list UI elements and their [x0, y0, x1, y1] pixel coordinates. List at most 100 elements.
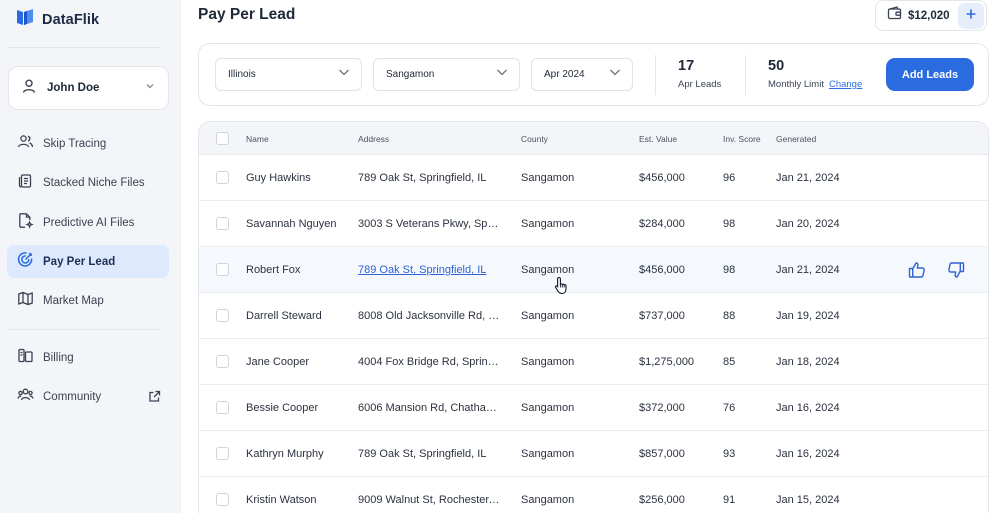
- sidebar-item-label: Billing: [43, 351, 74, 364]
- lead-name: Guy Hawkins: [246, 172, 311, 184]
- lead-generated: Jan 20, 2024: [776, 218, 840, 230]
- monthly-limit-value: 50: [768, 58, 785, 74]
- lead-county: Sangamon: [521, 402, 575, 414]
- state-select[interactable]: Illinois: [215, 58, 362, 91]
- table-row[interactable]: Kathryn Murphy 789 Oak St, Springfield, …: [199, 431, 988, 477]
- lead-county: Sangamon: [521, 494, 575, 506]
- row-checkbox[interactable]: [216, 493, 229, 506]
- table-row[interactable]: Robert Fox 789 Oak St, Springfield, IL S…: [199, 247, 988, 293]
- lead-address[interactable]: 6006 Mansion Rd, Chatham, IL: [358, 402, 502, 414]
- target-icon: [17, 251, 34, 273]
- sidebar-divider: [8, 329, 160, 330]
- chevron-down-icon: [495, 65, 509, 84]
- table-row[interactable]: Kristin Watson 9009 Walnut St, Rochester…: [199, 477, 988, 513]
- table-header: Name Address County Est. Value Inv. Scor…: [199, 122, 988, 155]
- apr-leads-label: Apr Leads: [678, 79, 722, 90]
- row-checkbox[interactable]: [216, 217, 229, 230]
- add-funds-button[interactable]: [958, 2, 984, 29]
- lead-generated: Jan 16, 2024: [776, 402, 840, 414]
- lead-address-link[interactable]: 789 Oak St, Springfield, IL: [358, 264, 502, 276]
- sidebar-item-predictive-ai-files[interactable]: Predictive AI Files: [7, 206, 169, 239]
- lead-est-value: $456,000: [639, 264, 685, 276]
- lead-address[interactable]: 789 Oak St, Springfield, IL: [358, 448, 502, 460]
- wallet-amount: $12,020: [908, 9, 950, 22]
- table-row[interactable]: Guy Hawkins 789 Oak St, Springfield, IL …: [199, 155, 988, 201]
- lead-inv-score: 98: [723, 264, 736, 276]
- table-row[interactable]: Savannah Nguyen 3003 S Veterans Pkwy, Sp…: [199, 201, 988, 247]
- lead-address[interactable]: 3003 S Veterans Pkwy, Springfield, IL: [358, 218, 502, 230]
- table-row[interactable]: Bessie Cooper 6006 Mansion Rd, Chatham, …: [199, 385, 988, 431]
- dataflik-logo-icon: [15, 7, 35, 32]
- lead-inv-score: 85: [723, 356, 736, 368]
- lead-county: Sangamon: [521, 264, 575, 276]
- state-select-value: Illinois: [228, 69, 256, 80]
- page-title: Pay Per Lead: [198, 6, 296, 23]
- row-checkbox[interactable]: [216, 309, 229, 322]
- chevron-down-icon: [337, 65, 351, 84]
- sidebar-item-billing[interactable]: Billing: [7, 341, 169, 374]
- wallet-balance[interactable]: $12,020: [875, 0, 987, 31]
- ai-file-icon: [17, 212, 34, 234]
- row-checkbox[interactable]: [216, 355, 229, 368]
- users-icon: [17, 133, 34, 155]
- row-checkbox[interactable]: [216, 263, 229, 276]
- external-link-icon[interactable]: [148, 390, 161, 408]
- table-row[interactable]: Darrell Steward 8008 Old Jacksonville Rd…: [199, 293, 988, 339]
- lead-name: Kristin Watson: [246, 494, 317, 506]
- county-select[interactable]: Sangamon: [373, 58, 520, 91]
- user-icon: [21, 78, 37, 99]
- sidebar-item-label: Skip Tracing: [43, 137, 107, 150]
- select-all-checkbox[interactable]: [216, 132, 229, 145]
- sidebar-item-stacked-niche-files[interactable]: Stacked Niche Files: [7, 166, 169, 199]
- map-icon: [17, 290, 34, 312]
- wallet-icon: [887, 6, 902, 25]
- lead-inv-score: 98: [723, 218, 736, 230]
- column-header-address[interactable]: Address: [358, 134, 389, 144]
- divider: [655, 55, 656, 95]
- lead-est-value: $256,000: [639, 494, 685, 506]
- leads-table: Name Address County Est. Value Inv. Scor…: [198, 121, 989, 513]
- column-header-generated[interactable]: Generated: [776, 134, 816, 144]
- column-header-est-value[interactable]: Est. Value: [639, 134, 677, 144]
- row-checkbox[interactable]: [216, 401, 229, 414]
- plus-icon: [965, 7, 977, 25]
- sidebar-item-skip-tracing[interactable]: Skip Tracing: [7, 127, 169, 160]
- lead-county: Sangamon: [521, 172, 575, 184]
- lead-address[interactable]: 4004 Fox Bridge Rd, Springfield, IL: [358, 356, 502, 368]
- lead-est-value: $857,000: [639, 448, 685, 460]
- user-menu[interactable]: John Doe: [8, 66, 169, 110]
- thumbs-up-icon[interactable]: [908, 261, 926, 284]
- column-header-inv-score[interactable]: Inv. Score: [723, 134, 761, 144]
- thumbs-down-icon[interactable]: [947, 261, 965, 284]
- sidebar-item-label: Stacked Niche Files: [43, 176, 145, 189]
- lead-generated: Jan 19, 2024: [776, 310, 840, 322]
- lead-generated: Jan 21, 2024: [776, 264, 840, 276]
- lead-est-value: $737,000: [639, 310, 685, 322]
- column-header-county[interactable]: County: [521, 134, 548, 144]
- lead-name: Kathryn Murphy: [246, 448, 324, 460]
- sidebar-item-pay-per-lead[interactable]: Pay Per Lead: [7, 245, 169, 278]
- billing-icon: [17, 347, 34, 369]
- row-checkbox[interactable]: [216, 171, 229, 184]
- change-limit-link[interactable]: Change: [829, 79, 862, 90]
- row-checkbox[interactable]: [216, 447, 229, 460]
- lead-address[interactable]: 789 Oak St, Springfield, IL: [358, 172, 502, 184]
- lead-county: Sangamon: [521, 448, 575, 460]
- lead-inv-score: 91: [723, 494, 736, 506]
- lead-est-value: $372,000: [639, 402, 685, 414]
- sidebar-item-market-map[interactable]: Market Map: [7, 284, 169, 317]
- table-row[interactable]: Jane Cooper 4004 Fox Bridge Rd, Springfi…: [199, 339, 988, 385]
- month-select[interactable]: Apr 2024: [531, 58, 633, 91]
- add-leads-button[interactable]: Add Leads: [886, 58, 974, 91]
- lead-address[interactable]: 8008 Old Jacksonville Rd, New Berlin, IL: [358, 310, 502, 322]
- lead-inv-score: 96: [723, 172, 736, 184]
- brand[interactable]: DataFlik: [15, 7, 99, 32]
- sidebar-item-label: Market Map: [43, 294, 104, 307]
- lead-est-value: $284,000: [639, 218, 685, 230]
- lead-name: Darrell Steward: [246, 310, 322, 322]
- lead-name: Jane Cooper: [246, 356, 309, 368]
- lead-address[interactable]: 9009 Walnut St, Rochester, IL: [358, 494, 502, 506]
- monthly-limit-text: Monthly Limit: [768, 79, 824, 90]
- column-header-name[interactable]: Name: [246, 134, 269, 144]
- sidebar-item-community[interactable]: Community: [7, 380, 169, 413]
